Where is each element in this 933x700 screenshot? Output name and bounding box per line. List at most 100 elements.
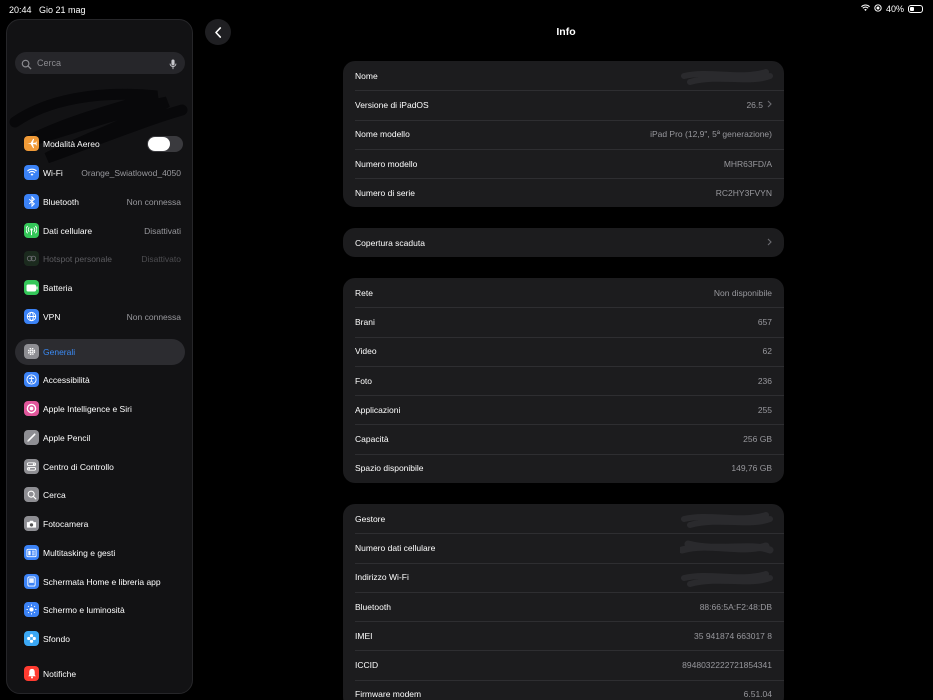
info-row-nome-modello: Nome modello iPad Pro (12,9", 5ª generazi… (343, 119, 784, 149)
info-group-3: Rete Non disponibile Brani 657 Video 62 Foto 23… (343, 278, 784, 484)
hotspot-icon (24, 251, 39, 266)
info-row-numero-dati-cellulare: Numero dati cellulare (343, 533, 784, 562)
status-time: 20:44 (9, 5, 32, 15)
info-row-iccid: ICCID 8948032222721854341 (343, 650, 784, 679)
search-icon (24, 487, 39, 502)
sidebar-item-value: Disattivati (144, 226, 181, 236)
info-group-1: Nome Versione di iPadOS 26.5 Nome modello iP… (343, 61, 784, 208)
info-row-value-wrap: 657 (758, 317, 772, 327)
info-row-value-wrap: 236 (758, 376, 772, 386)
info-group-4: Gestore Numero dati cellulare Indirizzo Wi… (343, 504, 784, 700)
info-row-value-wrap: 26.5 (746, 100, 772, 110)
info-row-rete: Rete Non disponibile (343, 278, 784, 307)
settings-sidebar: Cerca Modalità Aereo Wi-Fi Orange_Swiatlow… (6, 19, 193, 694)
sidebar-item-hotspot-personale[interactable]: Hotspot personale Disattivato (15, 246, 185, 272)
info-row-value: 256 GB (743, 434, 772, 445)
info-row-label: Video (355, 346, 377, 357)
wallpaper-icon (24, 631, 39, 646)
sidebar-item-batteria[interactable]: Batteria (15, 275, 185, 301)
sidebar-item-dati-cellulare[interactable]: Dati cellulare Disattivati (15, 218, 185, 244)
info-row-numero-di-serie: Numero di serie RC2HY3FVYN (343, 178, 784, 207)
siri-icon (24, 401, 39, 416)
info-row-numero-modello: Numero modello MHR63FD/A (343, 148, 784, 178)
redacted-value-scribble (681, 512, 773, 528)
info-row-value-wrap: 35 941874 663017 8 (694, 631, 772, 641)
info-row-value-wrap: 6.51.04 (744, 689, 772, 699)
sidebar-item-vpn[interactable]: VPN Non connessa (15, 304, 185, 330)
airplane-mode-toggle[interactable] (147, 136, 183, 152)
sidebar-item-label: Modalità Aereo (43, 139, 100, 149)
sidebar-item-cerca[interactable]: Cerca (15, 482, 185, 508)
sidebar-item-generali[interactable]: Generali (15, 339, 185, 365)
info-row-value: RC2HY3FVYN (715, 187, 772, 198)
info-row-value-wrap: iPad Pro (12,9", 5ª generazione) (650, 129, 772, 139)
battery-percent: 40% (885, 4, 904, 14)
info-row-copertura-scaduta[interactable]: Copertura scaduta (343, 228, 784, 257)
info-row-capacit: Capacità 256 GB (343, 424, 784, 453)
sidebar-item-accessibilit[interactable]: Accessibilità (15, 367, 185, 393)
gear-icon (24, 344, 39, 359)
info-row-label: Nome modello (355, 129, 410, 140)
sidebar-item-apple-pencil[interactable]: Apple Pencil (15, 425, 185, 451)
wifi-status-icon (861, 4, 870, 14)
sidebar-item-label: Wi-Fi (43, 168, 63, 178)
info-row-foto: Foto 236 (343, 365, 784, 395)
info-row-value-wrap: 255 (758, 405, 772, 415)
sidebar-item-modalit-aereo[interactable]: Modalità Aereo (15, 131, 185, 157)
sidebar-item-sfondo[interactable]: Sfondo (15, 626, 185, 652)
info-row-label: Gestore (355, 513, 386, 524)
sidebar-item-value: Disattivato (141, 254, 181, 264)
sidebar-item-wi-fi[interactable]: Wi-Fi Orange_Swiatlowod_4050 (15, 160, 185, 186)
info-row-video: Video 62 (343, 336, 784, 366)
battery-icon (24, 280, 39, 295)
microphone-icon[interactable] (169, 57, 177, 75)
status-bar: 20:44 Gio 21 mag 40% (0, 0, 933, 20)
info-row-brani: Brani 657 (343, 307, 784, 336)
toggle-knob (148, 137, 170, 151)
sidebar-item-apple-intelligence-e-siri[interactable]: Apple Intelligence e Siri (15, 396, 185, 422)
vpn-icon (24, 309, 39, 324)
sidebar-item-schermo-e-luminosit[interactable]: Schermo e luminosità (15, 597, 185, 623)
sidebar-item-value: Non connessa (126, 312, 181, 322)
sidebar-item-label: Sfondo (43, 634, 70, 644)
sidebar-item-notifiche[interactable]: Notifiche (15, 661, 185, 687)
battery-status-icon (908, 5, 923, 13)
sidebar-item-label: Fotocamera (43, 519, 89, 529)
info-row-versione-di-ipados[interactable]: Versione di iPadOS 26.5 (343, 90, 784, 119)
info-row-imei: IMEI 35 941874 663017 8 (343, 621, 784, 650)
sidebar-item-centro-di-controllo[interactable]: Centro di Controllo (15, 454, 185, 480)
home-screen-icon (24, 574, 39, 589)
sidebar-item-multitasking-e-gesti[interactable]: Multitasking e gesti (15, 540, 185, 566)
sidebar-item-label: Centro di Controllo (43, 462, 114, 472)
sidebar-item-label: Bluetooth (43, 197, 79, 207)
info-row-value-wrap: 256 GB (743, 434, 772, 444)
sidebar-item-fotocamera[interactable]: Fotocamera (15, 511, 185, 537)
sidebar-search-field[interactable]: Cerca (15, 52, 185, 74)
sidebar-item-label: Hotspot personale (43, 254, 112, 264)
back-button[interactable] (205, 19, 231, 45)
sidebar-item-label: Accessibilità (43, 375, 90, 385)
sidebar-item-value: Non connessa (126, 197, 181, 207)
info-row-gestore: Gestore (343, 504, 784, 533)
info-row-value: 657 (757, 316, 772, 327)
info-row-label: IMEI (355, 630, 373, 641)
bluetooth-icon (24, 194, 39, 209)
info-row-value: 35 941874 663017 8 (694, 630, 772, 641)
info-row-value: 255 (757, 404, 772, 415)
bell-icon (24, 666, 39, 681)
info-row-value: 88:66:5A:F2:48:DB (699, 601, 772, 612)
camera-icon (24, 516, 39, 531)
info-row-applicazioni: Applicazioni 255 (343, 395, 784, 424)
info-row-label: Indirizzo Wi-Fi (355, 572, 409, 583)
sidebar-item-label: Apple Intelligence e Siri (43, 404, 132, 414)
pencil-icon (24, 430, 39, 445)
chevron-left-icon (215, 26, 222, 38)
search-placeholder: Cerca (37, 58, 62, 68)
info-row-value: 149,76 GB (731, 463, 772, 474)
sidebar-item-schermata-home-e-libreria-app[interactable]: Schermata Home e libreria app (15, 569, 185, 595)
sidebar-item-label: VPN (43, 312, 61, 322)
info-row-label: Rete (355, 287, 373, 298)
info-row-label: Nome (355, 70, 378, 81)
sidebar-item-bluetooth[interactable]: Bluetooth Non connessa (15, 189, 185, 215)
info-row-value: 26.5 (746, 99, 763, 110)
